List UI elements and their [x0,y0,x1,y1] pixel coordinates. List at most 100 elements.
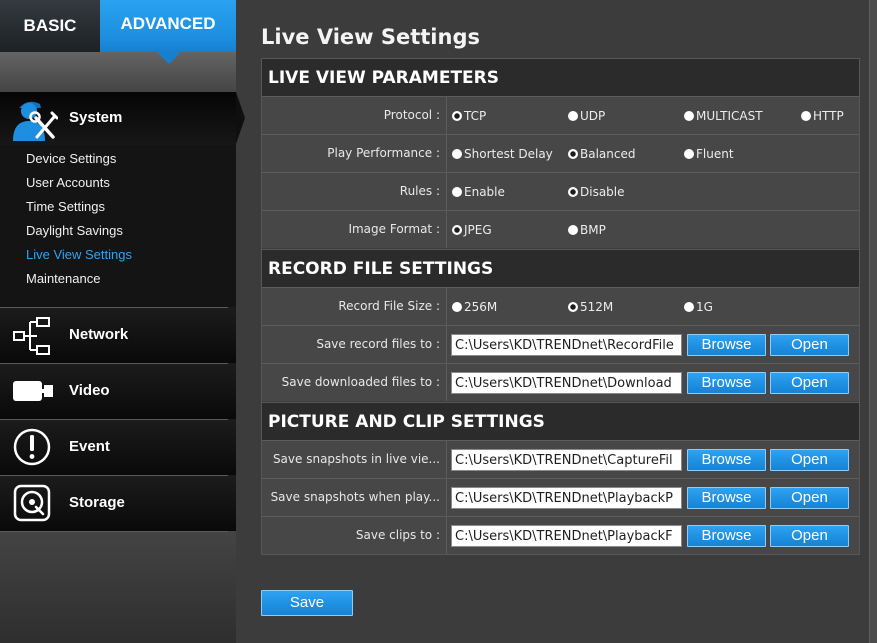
page-title: Live View Settings [261,25,480,49]
sidebar-section-storage-label: Storage [69,494,125,511]
sidebar-section-event[interactable]: Event [0,419,236,475]
save-clips-path-input[interactable] [451,525,682,547]
protocol-radio-group: TCP UDP MULTICAST HTTP [447,97,859,134]
sidebar-filler [0,531,236,643]
sidebar-section-event-label: Event [69,438,110,455]
radio-label: 256M [464,299,498,314]
save-button[interactable]: Save [261,590,353,616]
record-file-size-radio-256m[interactable]: 256M [452,300,497,314]
save-downloaded-files-path-input[interactable] [451,372,682,394]
save-downloaded-files-row: Save downloaded files to : Browse Open [262,363,859,401]
play-performance-radio-balanced[interactable]: Balanced [568,147,635,161]
play-performance-label: Play Performance : [262,135,447,172]
sidebar-item-device-settings[interactable]: Device Settings [0,147,236,171]
radio-label: Balanced [580,146,636,161]
play-performance-radio-group: Shortest Delay Balanced Fluent [447,135,859,172]
play-performance-radio-shortest-delay[interactable]: Shortest Delay [452,147,553,161]
sidebar-section-video[interactable]: Video [0,363,236,419]
scrollbar[interactable] [869,0,877,643]
browse-clips-button[interactable]: Browse [687,525,766,547]
sidebar-section-network[interactable]: Network [0,307,236,363]
rules-label: Rules : [262,173,447,210]
radio-button-icon [452,301,462,312]
browse-snapshots-live-button[interactable]: Browse [687,449,766,471]
system-maintenance-icon [12,97,59,146]
radio-button-icon [568,224,578,235]
radio-button-icon [801,110,811,121]
radio-button-icon [568,301,578,312]
save-snapshots-live-path-input[interactable] [451,449,682,471]
save-snapshots-playback-row: Save snapshots when play... Browse Open [262,478,859,516]
sidebar-item-user-accounts[interactable]: User Accounts [0,171,236,195]
sidebar: BASIC ADVANCED System Device Settings Us… [0,0,245,643]
radio-button-icon [568,110,578,121]
save-record-files-path-input[interactable] [451,334,682,356]
browse-downloaded-files-button[interactable]: Browse [687,372,766,394]
settings-panel: LIVE VIEW PARAMETERS Protocol : TCP UDP … [261,58,860,555]
radio-button-icon [452,224,462,235]
sidebar-section-video-label: Video [69,382,110,399]
rules-radio-enable[interactable]: Enable [452,185,505,199]
sidebar-item-daylight-savings[interactable]: Daylight Savings [0,219,236,243]
save-snapshots-live-label: Save snapshots in live vie... [262,441,447,478]
protocol-radio-http[interactable]: HTTP [801,109,844,123]
save-snapshots-playback-path-input[interactable] [451,487,682,509]
radio-label: HTTP [813,108,844,123]
sidebar-section-storage[interactable]: Storage [0,475,236,531]
protocol-label: Protocol : [262,97,447,134]
radio-label: Enable [464,184,505,199]
record-file-size-radio-1g[interactable]: 1G [684,300,713,314]
radio-label: 1G [696,299,713,314]
open-clips-button[interactable]: Open [770,525,849,547]
play-performance-row: Play Performance : Shortest Delay Balanc… [262,134,859,172]
alert-icon [12,427,52,472]
radio-label: JPEG [464,222,492,237]
radio-label: TCP [464,108,487,123]
sidebar-item-live-view-settings[interactable]: Live View Settings [0,243,236,267]
radio-button-icon [684,110,694,121]
image-format-radio-jpeg[interactable]: JPEG [452,223,492,237]
save-record-files-row: Save record files to : Browse Open [262,325,859,363]
section-header-record-file-settings: RECORD FILE SETTINGS [262,249,859,287]
sidebar-section-network-label: Network [69,326,129,343]
sidebar-item-time-settings[interactable]: Time Settings [0,195,236,219]
radio-label: 512M [580,299,614,314]
open-downloaded-files-button[interactable]: Open [770,372,849,394]
record-file-size-row: Record File Size : 256M 512M 1G [262,287,859,325]
radio-label: MULTICAST [696,108,763,123]
radio-button-icon [452,148,462,159]
save-snapshots-live-row: Save snapshots in live vie... Browse Ope… [262,440,859,478]
image-format-row: Image Format : JPEG BMP [262,210,859,248]
open-snapshots-playback-button[interactable]: Open [770,487,849,509]
main-content: Live View Settings LIVE VIEW PARAMETERS … [236,0,877,643]
rules-radio-group: Enable Disable [447,173,859,210]
radio-button-icon [568,186,578,197]
radio-button-icon [568,148,578,159]
radio-label: BMP [580,222,606,237]
sidebar-section-system[interactable]: System [0,92,236,145]
network-icon [12,316,52,361]
image-format-radio-group: JPEG BMP [447,211,859,248]
radio-label: Fluent [696,146,734,161]
tab-basic[interactable]: BASIC [0,0,100,52]
video-camera-icon [12,377,54,410]
protocol-radio-tcp[interactable]: TCP [452,109,486,123]
radio-label: UDP [580,108,606,123]
system-submenu: Device Settings User Accounts Time Setti… [0,145,236,307]
save-clips-row: Save clips to : Browse Open [262,516,859,554]
protocol-radio-multicast[interactable]: MULTICAST [684,109,763,123]
protocol-radio-udp[interactable]: UDP [568,109,605,123]
image-format-radio-bmp[interactable]: BMP [568,223,606,237]
open-record-files-button[interactable]: Open [770,334,849,356]
tab-advanced[interactable]: ADVANCED [100,0,236,52]
play-performance-radio-fluent[interactable]: Fluent [684,147,734,161]
open-snapshots-live-button[interactable]: Open [770,449,849,471]
rules-radio-disable[interactable]: Disable [568,185,625,199]
sidebar-section-system-label: System [69,109,123,126]
record-file-size-radio-512m[interactable]: 512M [568,300,613,314]
browse-record-files-button[interactable]: Browse [687,334,766,356]
storage-disk-icon [12,483,52,528]
save-snapshots-playback-label: Save snapshots when play... [262,479,447,516]
browse-snapshots-playback-button[interactable]: Browse [687,487,766,509]
sidebar-item-maintenance[interactable]: Maintenance [0,267,236,291]
